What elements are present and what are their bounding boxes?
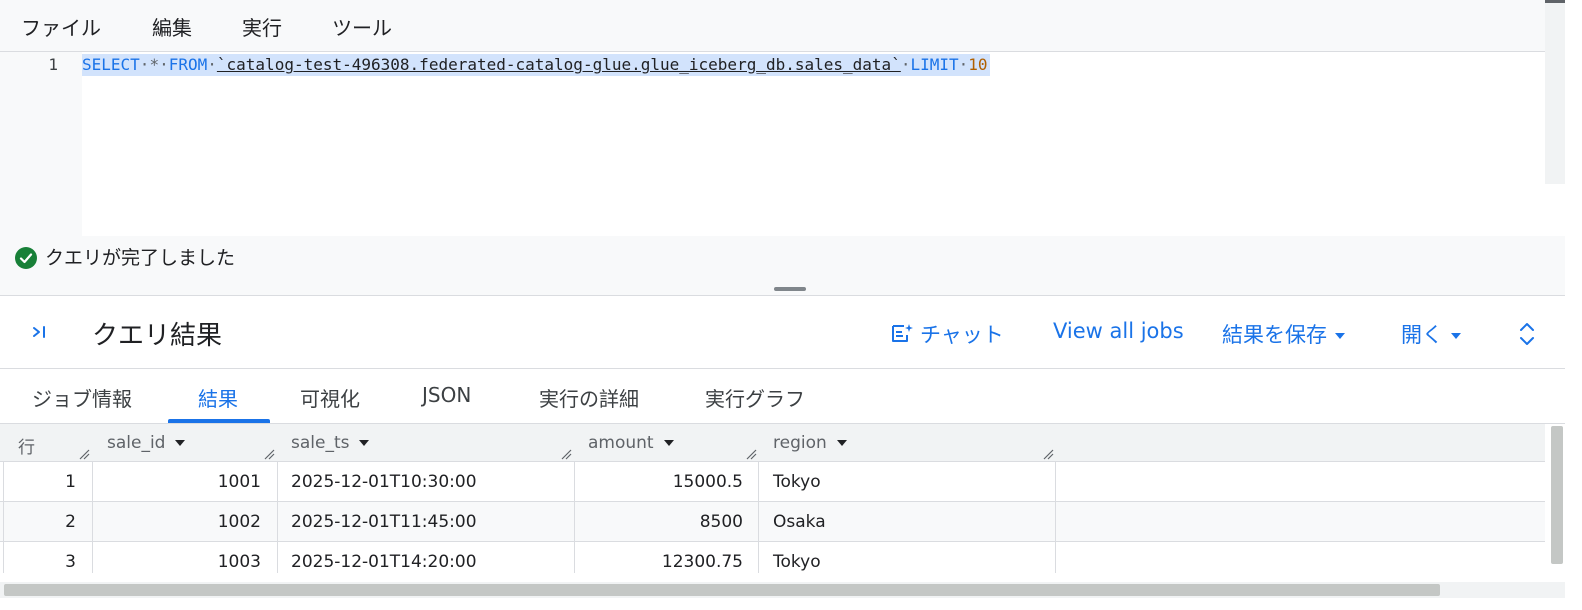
cell-row-number: 1 xyxy=(65,472,76,492)
cell-region[interactable]: Tokyo xyxy=(773,462,821,502)
results-tabs: ジョブ情報 結果 可視化 JSON 実行の詳細 実行グラフ xyxy=(0,370,1582,424)
sort-arrow-icon[interactable] xyxy=(175,440,186,446)
table-row: 1 1001 2025-12-01T10:30:00 15000.5 Tokyo xyxy=(0,462,1545,502)
right-margin xyxy=(1565,0,1582,610)
menu-file[interactable]: ファイル xyxy=(21,12,101,41)
chevron-down-icon xyxy=(1451,333,1461,339)
column-header-sale-ts[interactable]: sale_ts xyxy=(291,424,370,462)
chat-button[interactable]: チャット xyxy=(890,319,1004,349)
table-vertical-scrollbar-thumb[interactable] xyxy=(1551,426,1563,564)
view-all-jobs-button[interactable]: View all jobs xyxy=(1053,319,1184,343)
tab-job-info[interactable]: ジョブ情報 xyxy=(32,383,132,412)
tab-visualization[interactable]: 可視化 xyxy=(300,383,360,412)
cell-sale-ts[interactable]: 2025-12-01T10:30:00 xyxy=(291,462,477,502)
collapse-panel-icon[interactable] xyxy=(30,321,52,343)
table-row: 2 1002 2025-12-01T11:45:00 8500 Osaka xyxy=(0,502,1545,542)
cell-row-number: 2 xyxy=(65,512,76,532)
sort-arrow-icon[interactable] xyxy=(359,440,370,446)
menu-bar: ファイル 編集 実行 ツール xyxy=(0,0,1582,52)
table-reference[interactable]: `catalog-test-496308.federated-catalog-g… xyxy=(217,55,901,74)
table-row: 3 1003 2025-12-01T14:20:00 12300.75 Toky… xyxy=(0,542,1545,573)
editor-scrollbar[interactable] xyxy=(1545,0,1565,184)
table-horizontal-scrollbar-thumb[interactable] xyxy=(4,584,1440,596)
editor-scrollbar-thumb[interactable] xyxy=(1545,0,1565,3)
keyword-from: FROM xyxy=(168,55,208,74)
cell-sale-ts[interactable]: 2025-12-01T14:20:00 xyxy=(291,542,477,573)
sql-editor[interactable]: 1 SELECT·*·FROM·`catalog-test-496308.fed… xyxy=(0,52,1582,236)
save-results-button[interactable]: 結果を保存 xyxy=(1222,319,1345,349)
sort-arrow-icon[interactable] xyxy=(663,440,674,446)
cell-amount[interactable]: 15000.5 xyxy=(575,462,743,502)
chat-spark-icon xyxy=(892,324,913,342)
cell-sale-id[interactable]: 1003 xyxy=(93,542,261,573)
column-header-sale-id[interactable]: sale_id xyxy=(107,424,186,462)
column-header-label: amount xyxy=(588,433,654,453)
line-number: 1 xyxy=(48,55,58,74)
column-header-label: region xyxy=(773,433,827,453)
column-divider xyxy=(758,462,759,573)
keyword-limit: LIMIT xyxy=(910,55,959,74)
chat-button-label: チャット xyxy=(920,323,1004,347)
menu-run[interactable]: 実行 xyxy=(242,12,282,41)
expand-collapse-icon[interactable] xyxy=(1517,321,1537,352)
tab-execution-details[interactable]: 実行の詳細 xyxy=(539,383,639,412)
column-divider xyxy=(277,462,278,573)
sort-arrow-icon[interactable] xyxy=(836,440,847,446)
status-text: クエリが完了しました xyxy=(45,247,236,269)
column-divider xyxy=(92,462,93,573)
cell-region[interactable]: Tokyo xyxy=(773,542,821,573)
column-divider xyxy=(574,462,575,573)
table-header-row: 行 sale_id sale_ts amount region xyxy=(0,424,1545,462)
limit-value: 10 xyxy=(968,55,988,74)
chevron-down-icon xyxy=(1335,333,1345,339)
keyword-select: SELECT xyxy=(82,55,140,74)
results-table: 行 sale_id sale_ts amount region 1 1001 2… xyxy=(0,424,1545,573)
column-divider xyxy=(3,462,4,573)
save-results-label: 結果を保存 xyxy=(1222,323,1327,347)
cell-sale-id[interactable]: 1002 xyxy=(93,502,261,542)
column-header-amount[interactable]: amount xyxy=(588,424,674,462)
code-line[interactable]: SELECT·*·FROM·`catalog-test-496308.feder… xyxy=(82,54,990,76)
cell-sale-id[interactable]: 1001 xyxy=(93,462,261,502)
column-header-label: sale_id xyxy=(107,433,166,453)
cell-amount[interactable]: 12300.75 xyxy=(575,542,743,573)
active-tab-indicator xyxy=(168,419,270,423)
menu-edit[interactable]: 編集 xyxy=(152,12,192,41)
column-resize-icon[interactable] xyxy=(745,448,757,460)
results-title: クエリ結果 xyxy=(92,321,223,351)
token-star: * xyxy=(149,55,160,74)
pane-resize-handle[interactable] xyxy=(774,287,806,291)
column-resize-icon[interactable] xyxy=(263,448,275,460)
tab-results[interactable]: 結果 xyxy=(198,383,238,412)
column-resize-icon[interactable] xyxy=(78,448,90,460)
column-resize-icon[interactable] xyxy=(1042,448,1054,460)
results-header: クエリ結果 チャット View all jobs 結果を保存 開く xyxy=(0,297,1582,369)
query-status-bar: クエリが完了しました xyxy=(0,236,1582,296)
column-header-label: sale_ts xyxy=(291,433,350,453)
editor-gutter: 1 xyxy=(0,52,82,236)
column-header-row: 行 xyxy=(18,438,35,458)
check-circle-icon xyxy=(15,247,37,269)
cell-amount[interactable]: 8500 xyxy=(575,502,743,542)
cell-region[interactable]: Osaka xyxy=(773,502,826,542)
open-label: 開く xyxy=(1401,323,1443,347)
open-button[interactable]: 開く xyxy=(1401,319,1461,349)
tab-json[interactable]: JSON xyxy=(422,383,471,407)
column-resize-icon[interactable] xyxy=(560,448,572,460)
menu-tools[interactable]: ツール xyxy=(332,12,392,41)
cell-sale-ts[interactable]: 2025-12-01T11:45:00 xyxy=(291,502,477,542)
cell-row-number: 3 xyxy=(65,552,76,572)
tab-execution-graph[interactable]: 実行グラフ xyxy=(705,383,805,412)
column-divider xyxy=(1055,462,1056,573)
column-header-region[interactable]: region xyxy=(773,424,847,462)
